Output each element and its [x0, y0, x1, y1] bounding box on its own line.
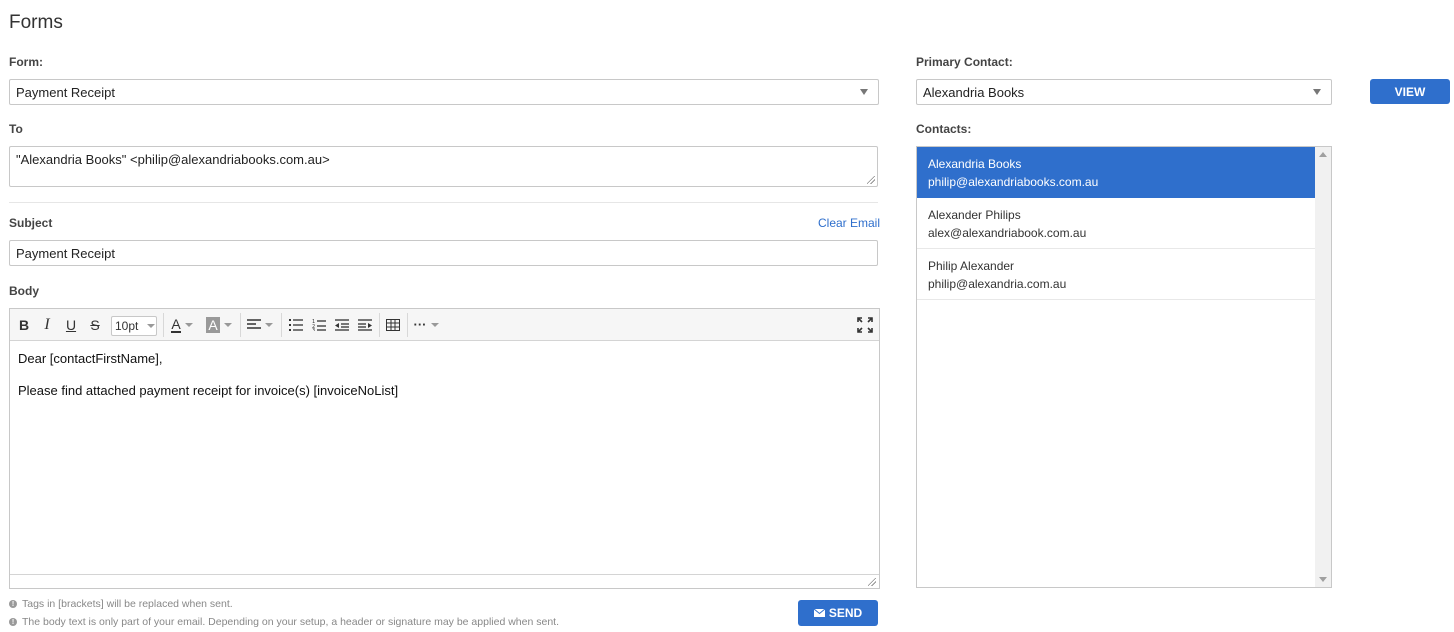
- numbered-list-icon: 123: [312, 319, 326, 331]
- bullet-list-button[interactable]: [286, 315, 306, 335]
- insert-table-button[interactable]: [383, 315, 403, 335]
- chevron-down-icon: [184, 323, 193, 327]
- outdent-button[interactable]: [332, 315, 352, 335]
- align-left-icon: [247, 319, 261, 329]
- chevron-down-icon: [1313, 89, 1321, 95]
- page-title: Forms: [9, 12, 63, 33]
- contact-name: Alexander Philips: [928, 208, 1021, 222]
- font-size-select[interactable]: 10pt: [111, 316, 157, 336]
- to-field[interactable]: "Alexandria Books" <philip@alexandriaboo…: [9, 146, 878, 187]
- contact-name: Alexandria Books: [928, 157, 1022, 171]
- italic-button[interactable]: I: [39, 315, 55, 335]
- contact-email: philip@alexandriabooks.com.au: [928, 175, 1099, 189]
- contacts-label: Contacts:: [916, 122, 972, 136]
- chevron-down-icon: [223, 323, 232, 327]
- editor-statusbar: [10, 574, 879, 588]
- primary-contact-select[interactable]: Alexandria Books: [916, 79, 1332, 105]
- chevron-down-icon: [147, 324, 156, 328]
- to-field-value: "Alexandria Books" <philip@alexandriaboo…: [16, 152, 330, 167]
- contacts-list[interactable]: Alexandria Books philip@alexandriabooks.…: [916, 146, 1332, 588]
- body-editor[interactable]: B I U S 10pt A A 123 ··· Dear [contactFi…: [9, 308, 880, 589]
- chevron-down-icon: [430, 323, 439, 327]
- clear-email-link[interactable]: Clear Email: [818, 216, 880, 230]
- contact-item[interactable]: Philip Alexander philip@alexandria.com.a…: [917, 249, 1315, 300]
- form-label: Form:: [9, 55, 43, 69]
- hint-tags: ! Tags in [brackets] will be replaced wh…: [9, 598, 233, 610]
- chevron-down-icon: [265, 323, 273, 327]
- body-line: Please find attached payment receipt for…: [18, 383, 399, 398]
- subject-label: Subject: [9, 216, 53, 230]
- contact-email: philip@alexandria.com.au: [928, 277, 1067, 291]
- strikethrough-button[interactable]: S: [87, 315, 103, 335]
- hint-text: The body text is only part of your email…: [22, 616, 559, 628]
- contacts-scrollbar[interactable]: [1315, 147, 1331, 587]
- contact-item[interactable]: Alexandria Books philip@alexandriabooks.…: [917, 147, 1315, 198]
- form-select-value: Payment Receipt: [16, 84, 115, 100]
- toolbar-separator: [281, 313, 282, 337]
- highlight-color-button[interactable]: A: [203, 315, 235, 335]
- toolbar-separator: [163, 313, 164, 337]
- align-button[interactable]: [245, 315, 275, 335]
- font-size-value: 10pt: [115, 319, 139, 333]
- fullscreen-icon: [857, 317, 873, 333]
- font-color-icon: A: [171, 316, 181, 333]
- chevron-down-icon: [860, 89, 868, 95]
- toolbar-separator: [407, 313, 408, 337]
- indent-button[interactable]: [355, 315, 375, 335]
- toolbar-separator: [379, 313, 380, 337]
- form-select[interactable]: Payment Receipt: [9, 79, 879, 105]
- to-label: To: [9, 122, 23, 136]
- view-button-label: VIEW: [1394, 84, 1426, 99]
- bold-button[interactable]: B: [16, 315, 32, 335]
- view-button[interactable]: VIEW: [1370, 79, 1450, 104]
- more-icon: ···: [413, 317, 427, 332]
- svg-text:3: 3: [312, 328, 315, 331]
- fullscreen-button[interactable]: [856, 315, 874, 335]
- contact-name: Philip Alexander: [928, 259, 1015, 273]
- primary-contact-label: Primary Contact:: [916, 55, 1013, 69]
- highlight-color-icon: A: [206, 317, 220, 333]
- resize-handle-icon[interactable]: [867, 176, 875, 184]
- primary-contact-value: Alexandria Books: [923, 84, 1025, 100]
- divider: [9, 202, 878, 203]
- subject-input[interactable]: Payment Receipt: [9, 240, 878, 266]
- editor-content[interactable]: Dear [contactFirstName], Please find att…: [10, 341, 879, 575]
- body-label: Body: [9, 284, 39, 298]
- scroll-down-icon[interactable]: [1319, 577, 1327, 582]
- contact-item[interactable]: Alexander Philips alex@alexandriabook.co…: [917, 198, 1315, 249]
- subject-input-value: Payment Receipt: [16, 245, 115, 261]
- body-line: Dear [contactFirstName],: [18, 351, 163, 366]
- font-color-button[interactable]: A: [168, 315, 196, 335]
- hint-text: Tags in [brackets] will be replaced when…: [22, 598, 233, 610]
- outdent-icon: [335, 319, 349, 331]
- contact-email: alex@alexandriabook.com.au: [928, 226, 1087, 240]
- bullet-list-icon: [289, 319, 303, 331]
- underline-button[interactable]: U: [63, 315, 79, 335]
- table-icon: [386, 319, 400, 331]
- envelope-icon: [813, 609, 825, 617]
- send-button-label: SEND: [828, 606, 863, 620]
- editor-toolbar: B I U S 10pt A A 123 ···: [10, 309, 879, 341]
- indent-icon: [358, 319, 372, 331]
- info-icon: !: [9, 618, 17, 626]
- more-options-button[interactable]: ···: [412, 315, 440, 335]
- numbered-list-button[interactable]: 123: [309, 315, 329, 335]
- info-icon: !: [9, 600, 17, 608]
- send-button[interactable]: SEND: [798, 600, 878, 626]
- resize-handle-icon[interactable]: [868, 578, 876, 586]
- toolbar-separator: [240, 313, 241, 337]
- hint-body: ! The body text is only part of your ema…: [9, 616, 559, 628]
- scroll-up-icon[interactable]: [1319, 152, 1327, 157]
